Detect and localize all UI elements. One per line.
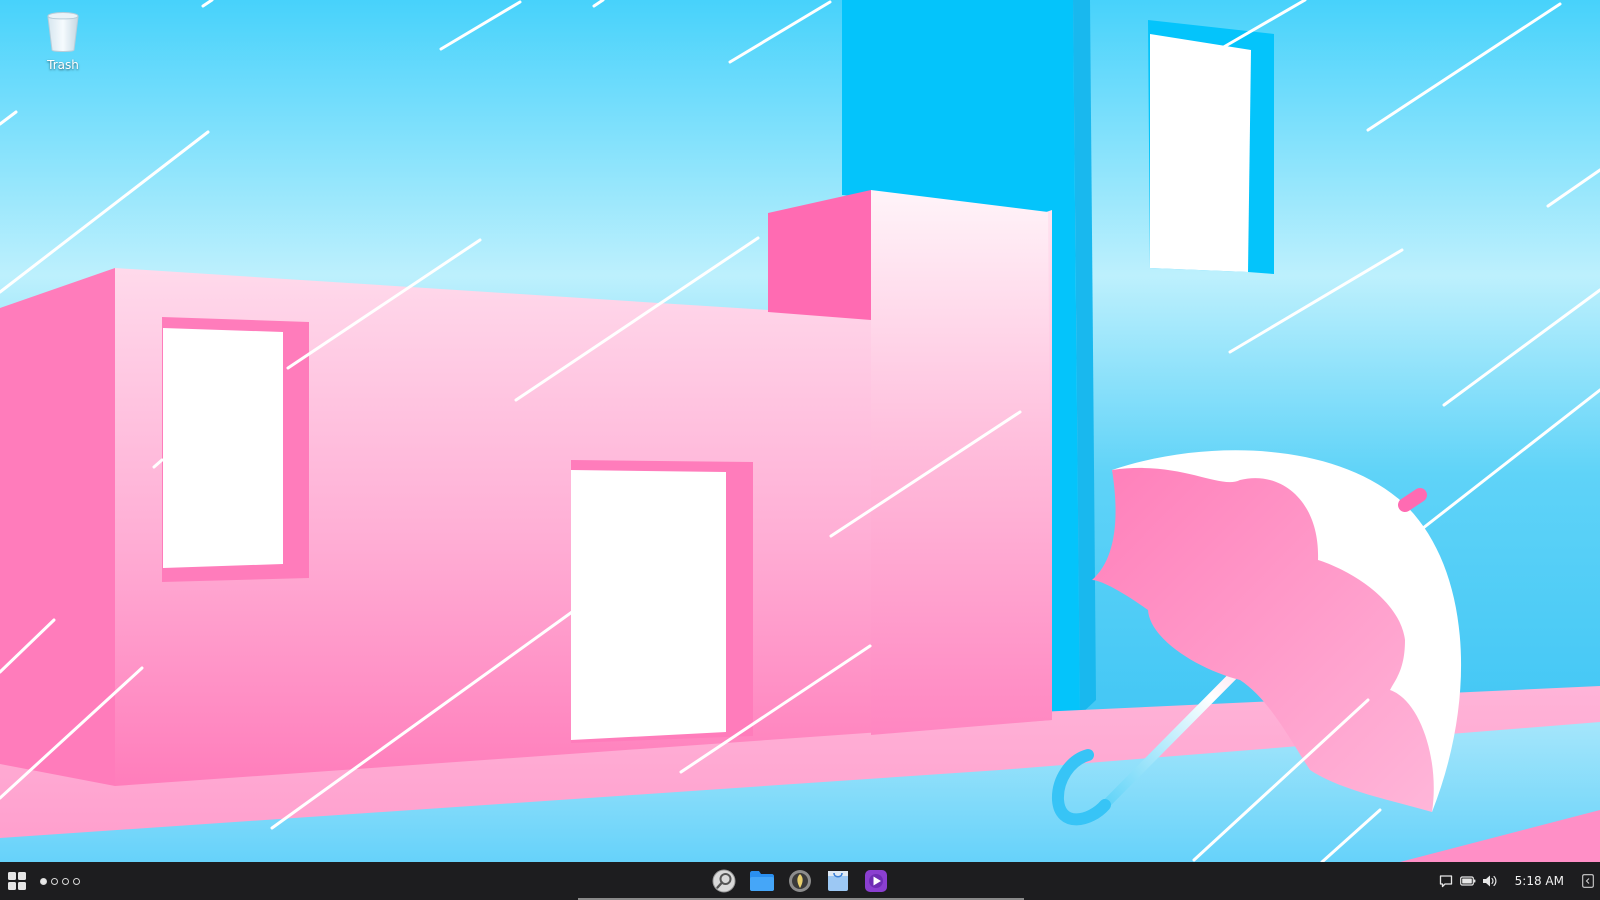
desktop-icon-trash[interactable]: Trash — [30, 10, 96, 72]
trash-icon — [47, 12, 79, 52]
show-desktop-icon — [1582, 874, 1594, 888]
show-desktop-button[interactable] — [1576, 862, 1600, 900]
dock-app-video-player[interactable] — [862, 867, 890, 895]
media-app-icon — [789, 870, 811, 892]
workspace-1[interactable] — [40, 877, 47, 885]
workspace-2[interactable] — [51, 877, 58, 885]
tray-notifications[interactable] — [1435, 870, 1457, 892]
wallpaper — [0, 0, 1600, 862]
battery-icon — [1459, 876, 1476, 886]
dock — [710, 862, 890, 900]
dock-app-store[interactable] — [824, 867, 852, 895]
desktop-icon-label: Trash — [47, 58, 79, 72]
video-player-icon — [865, 870, 887, 892]
search-app-icon — [712, 869, 736, 893]
file-manager-icon — [750, 871, 774, 891]
store-app-icon — [828, 871, 848, 891]
workspace-switcher — [40, 877, 80, 885]
clock[interactable]: 5:18 AM — [1515, 874, 1564, 888]
tray-battery[interactable] — [1457, 870, 1479, 892]
dock-app-search[interactable] — [710, 867, 738, 895]
volume-icon — [1482, 875, 1497, 887]
notification-icon — [1439, 875, 1452, 888]
dock-app-file-manager[interactable] — [748, 867, 776, 895]
taskbar: 5:18 AM — [0, 862, 1600, 900]
system-tray: 5:18 AM — [1435, 862, 1600, 900]
desktop[interactable]: Trash — [0, 0, 1600, 862]
grid-launcher-icon — [8, 872, 26, 890]
workspace-4[interactable] — [73, 877, 80, 885]
launcher-button[interactable] — [0, 862, 34, 900]
workspace-3[interactable] — [62, 877, 69, 885]
tray-volume[interactable] — [1479, 870, 1501, 892]
dock-app-media[interactable] — [786, 867, 814, 895]
